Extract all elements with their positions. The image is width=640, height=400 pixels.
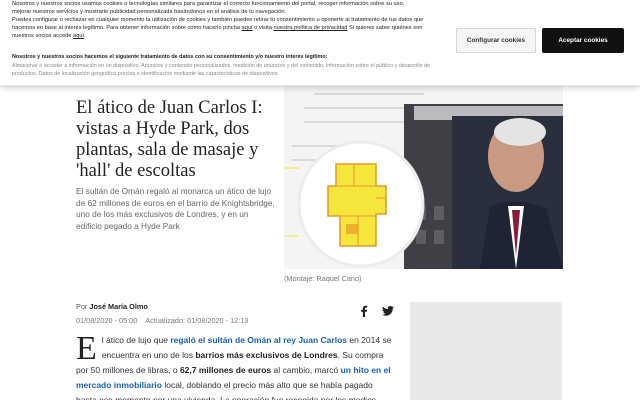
body-link-sultan-gift[interactable]: regaló el sultán de Omán al rey Juan Car…: [170, 335, 347, 345]
updated-date: 01/08/2020 - 12:13: [187, 316, 249, 325]
cookie-consent-banner: Nosotros y nuestros socios usamos cookie…: [0, 0, 640, 86]
facebook-share-button[interactable]: [355, 302, 373, 320]
drop-cap: E: [76, 330, 97, 367]
consent-text-segment: o visita: [252, 25, 274, 32]
updated-label: Actualizado:: [145, 316, 186, 325]
twitter-share-button[interactable]: [379, 302, 397, 320]
body-text-segment: al cambio, marcó: [271, 365, 341, 375]
body-bold-segment: 62,7 millones de euros: [179, 365, 272, 375]
image-caption: (Montaje: Raquel Cano): [284, 274, 362, 283]
article-body: El ático de lujo que regaló el sultán de…: [76, 330, 394, 400]
byline-prefix: Por: [76, 302, 90, 311]
ad-placeholder: [410, 302, 562, 400]
privacy-policy-link[interactable]: nuestra política de privacidad: [273, 25, 347, 31]
body-bold-segment: barrios más exclusivos de Londres: [195, 350, 338, 360]
article-dates: 01/08/2020 - 05:00 Actualizado: 01/08/20…: [76, 316, 248, 325]
consent-text-segment: .: [84, 33, 86, 40]
consent-purposes-title: Nosotros y nuestros socios hacemos el si…: [12, 54, 328, 60]
partners-link[interactable]: aquí: [73, 33, 84, 39]
consent-purposes-list: Almacenar o acceder a información en un …: [12, 63, 431, 77]
configure-cookies-button[interactable]: Configurar cookies: [456, 28, 536, 53]
consent-paragraph-2: Puedes configurar o rechazar en cualquie…: [12, 16, 424, 40]
article-lede: El sultán de Omán regaló al monarca un á…: [76, 186, 275, 231]
published-date: 01/08/2020 - 05:00: [76, 316, 138, 325]
body-text-segment: l ático de lujo que: [101, 335, 171, 345]
consent-message: Nosotros y nuestros socios usamos cookie…: [12, 0, 424, 40]
accept-cookies-button[interactable]: Aceptar cookies: [542, 28, 624, 53]
consent-link-how-to[interactable]: aquí: [242, 25, 253, 31]
consent-paragraph-1: Nosotros y nuestros socios usamos cookie…: [12, 1, 405, 16]
byline: Por José María Olmo: [76, 302, 148, 311]
author-name[interactable]: José María Olmo: [89, 302, 147, 311]
article-headline[interactable]: El ático de Juan Carlos I: vistas a Hyde…: [76, 98, 276, 182]
hero-image: [284, 86, 563, 269]
twitter-icon: [382, 306, 394, 316]
facebook-icon: [361, 305, 368, 317]
